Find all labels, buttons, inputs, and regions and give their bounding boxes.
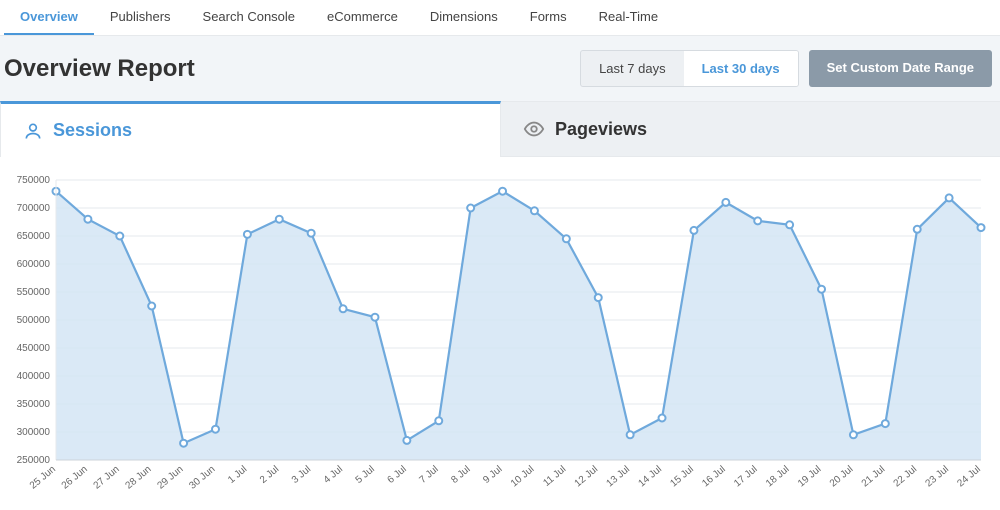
- svg-text:700000: 700000: [17, 203, 51, 214]
- metric-tab-pageviews[interactable]: Pageviews: [501, 101, 1000, 157]
- svg-text:2 Jul: 2 Jul: [258, 464, 281, 486]
- svg-text:22 Jul: 22 Jul: [892, 464, 920, 490]
- nav-tab-search-console[interactable]: Search Console: [187, 0, 312, 35]
- date-range-toggle: Last 7 daysLast 30 days: [580, 50, 799, 87]
- svg-text:14 Jul: 14 Jul: [636, 464, 664, 490]
- svg-text:21 Jul: 21 Jul: [860, 464, 888, 490]
- svg-text:350000: 350000: [17, 399, 51, 410]
- page-title: Overview Report: [2, 55, 195, 83]
- svg-text:400000: 400000: [17, 371, 51, 382]
- nav-tab-real-time[interactable]: Real-Time: [583, 0, 674, 35]
- svg-text:600000: 600000: [17, 259, 51, 270]
- range-option-last-7-days[interactable]: Last 7 days: [581, 51, 684, 86]
- svg-text:4 Jul: 4 Jul: [322, 464, 345, 486]
- date-controls: Last 7 daysLast 30 days Set Custom Date …: [580, 50, 994, 87]
- svg-text:7 Jul: 7 Jul: [417, 464, 440, 486]
- header: Overview Report Last 7 daysLast 30 days …: [0, 36, 1000, 101]
- metric-tab-sessions[interactable]: Sessions: [0, 101, 501, 157]
- chart-area: 250000 300000 350000 400000 450000 500000 5500…: [0, 157, 1000, 505]
- svg-text:12 Jul: 12 Jul: [573, 464, 601, 490]
- svg-text:9 Jul: 9 Jul: [481, 464, 504, 486]
- svg-text:10 Jul: 10 Jul: [509, 464, 537, 490]
- nav-tab-publishers[interactable]: Publishers: [94, 0, 187, 35]
- svg-text:6 Jul: 6 Jul: [386, 464, 409, 486]
- metric-tab-label: Pageviews: [555, 119, 647, 140]
- svg-text:650000: 650000: [17, 231, 51, 242]
- nav-tab-ecommerce[interactable]: eCommerce: [311, 0, 414, 35]
- svg-text:25 Jun: 25 Jun: [28, 464, 58, 492]
- svg-text:27 Jun: 27 Jun: [92, 464, 122, 492]
- eye-icon: [523, 118, 545, 140]
- svg-text:19 Jul: 19 Jul: [796, 464, 824, 490]
- nav-tab-forms[interactable]: Forms: [514, 0, 583, 35]
- svg-text:550000: 550000: [17, 287, 51, 298]
- svg-text:3 Jul: 3 Jul: [290, 464, 313, 486]
- svg-text:8 Jul: 8 Jul: [449, 464, 472, 486]
- svg-text:23 Jul: 23 Jul: [924, 464, 952, 490]
- svg-text:18 Jul: 18 Jul: [764, 464, 792, 490]
- svg-text:13 Jul: 13 Jul: [605, 464, 633, 490]
- nav-tab-dimensions[interactable]: Dimensions: [414, 0, 514, 35]
- svg-text:450000: 450000: [17, 343, 51, 354]
- svg-text:17 Jul: 17 Jul: [732, 464, 760, 490]
- svg-text:250000: 250000: [17, 455, 51, 466]
- svg-text:300000: 300000: [17, 427, 51, 438]
- svg-text:26 Jun: 26 Jun: [60, 464, 90, 492]
- svg-text:500000: 500000: [17, 315, 51, 326]
- metric-tabs: Sessions Pageviews: [0, 101, 1000, 157]
- svg-text:30 Jun: 30 Jun: [187, 464, 217, 492]
- svg-text:16 Jul: 16 Jul: [700, 464, 728, 490]
- range-option-last-30-days[interactable]: Last 30 days: [684, 51, 798, 86]
- person-icon: [23, 121, 43, 141]
- nav-tab-overview[interactable]: Overview: [4, 0, 94, 35]
- svg-text:29 Jun: 29 Jun: [155, 464, 185, 492]
- svg-text:1 Jul: 1 Jul: [226, 464, 249, 486]
- metric-tab-label: Sessions: [53, 120, 132, 141]
- report-nav: OverviewPublishersSearch ConsoleeCommerc…: [0, 0, 1000, 36]
- svg-text:20 Jul: 20 Jul: [828, 464, 856, 490]
- svg-text:11 Jul: 11 Jul: [541, 464, 568, 489]
- svg-text:5 Jul: 5 Jul: [354, 464, 377, 486]
- svg-text:28 Jun: 28 Jun: [124, 464, 154, 492]
- svg-text:750000: 750000: [17, 175, 51, 186]
- sessions-chart: 250000 300000 350000 400000 450000 500000 5500…: [6, 175, 991, 505]
- svg-text:24 Jul: 24 Jul: [955, 464, 983, 490]
- svg-text:15 Jul: 15 Jul: [668, 464, 696, 490]
- custom-date-button[interactable]: Set Custom Date Range: [809, 50, 992, 87]
